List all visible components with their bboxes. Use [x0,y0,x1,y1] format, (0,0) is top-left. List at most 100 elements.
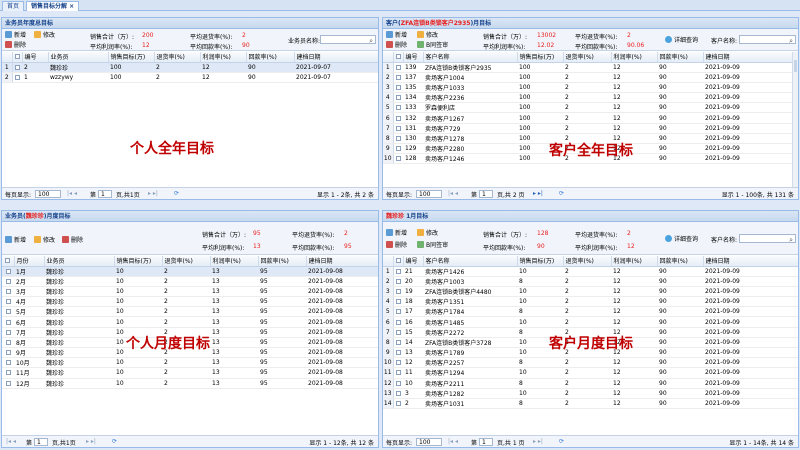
table-row[interactable]: 1 21 卖场客户1426 10 2 12 90 2021-09-09 [383,266,798,277]
table-row[interactable]: 4 18 卖场客户1351 10 2 12 90 2021-09-09 [383,296,798,308]
table-row[interactable]: 11月 魏珍珍 10 2 13 95 2021-09-08 [2,367,378,379]
page-size-select[interactable]: 100 [416,190,442,198]
tab-home[interactable]: 首页 [2,1,25,11]
table-row[interactable]: 6月 魏珍珍 10 2 13 95 2021-09-08 [2,316,378,328]
row-checkbox[interactable] [2,357,14,369]
refresh-icon[interactable]: ⟳ [559,190,564,197]
row-checkbox[interactable] [393,92,403,104]
table-row[interactable]: 11 11 卖场客户1294 10 2 12 90 2021-09-09 [383,367,798,379]
edit-button[interactable]: 修改 [34,31,55,40]
delete-button[interactable]: 删除 [5,41,26,50]
page-number-input[interactable]: 1 [98,190,112,198]
table-row[interactable]: 4 134 卖场客户2236 100 2 12 90 2021-09-09 [383,92,794,104]
page-number-input[interactable]: 1 [34,438,48,446]
row-checkbox[interactable] [393,112,403,124]
row-checkbox[interactable] [2,306,14,318]
salesman-search-input[interactable]: ⌕ [320,35,376,46]
customer-search-input[interactable]: ⌕ [739,35,796,46]
row-checkbox[interactable] [393,306,403,318]
row-checkbox[interactable] [12,72,22,83]
page-size-select[interactable]: 100 [416,438,442,446]
row-checkbox[interactable] [393,388,403,399]
page-number-input[interactable]: 1 [479,438,493,446]
row-checkbox[interactable] [12,62,22,73]
row-checkbox[interactable] [2,337,14,349]
row-checkbox[interactable] [393,347,403,359]
add-button[interactable]: 新增 [386,229,407,238]
tab-sales-target[interactable]: 销售目标分解 × [26,1,80,11]
table-row[interactable]: 5月 魏珍珍 10 2 13 95 2021-09-08 [2,306,378,318]
table-row[interactable]: 1 139 ZFA连锁B类锁客户2935 100 2 12 90 2021-09-09 [383,62,794,73]
table-row[interactable]: 1 2 魏珍珍 100 2 12 90 2021-09-07 [2,62,378,73]
row-checkbox[interactable] [2,367,14,379]
table-row[interactable]: 14 2 卖场客户1031 8 2 12 90 2021-09-09 [383,398,798,410]
add-button[interactable]: 新增 [5,31,26,40]
next-page-button[interactable]: ▸ ▸| [148,190,158,197]
row-checkbox[interactable] [393,357,403,369]
table-row[interactable]: 5 17 卖场客户1784 8 2 12 90 2021-09-09 [383,306,798,318]
table-row[interactable]: 12月 魏珍珍 10 2 13 95 2021-09-08 [2,378,378,389]
row-checkbox[interactable] [393,153,403,165]
row-checkbox[interactable] [393,123,403,134]
row-checkbox[interactable] [2,378,14,389]
table-row[interactable]: 5 133 罗森便利店 100 2 12 90 2021-09-09 [383,102,794,114]
delete-button[interactable]: 删除 [62,236,83,245]
table-row[interactable]: 1月 魏珍珍 10 2 13 95 2021-09-08 [2,266,378,277]
table-row[interactable]: 12 10 卖场客户2211 8 2 12 90 2021-09-09 [383,378,798,389]
row-checkbox[interactable] [393,378,403,389]
row-checkbox[interactable] [393,327,403,338]
search-icon[interactable]: ⌕ [789,236,793,245]
add-button[interactable]: 新增 [386,31,407,40]
refresh-icon[interactable]: ⟳ [559,438,564,445]
detail-query-button[interactable]: 详细查询 [665,235,698,244]
page-size-select[interactable]: 100 [35,190,61,198]
edit-button[interactable]: 修改 [34,236,55,245]
delete-button[interactable]: 删除 [386,41,407,50]
first-page-button[interactable]: |◂ ◂ [448,190,458,197]
edit-button[interactable]: 修改 [417,31,438,40]
row-checkbox[interactable] [393,82,403,94]
first-page-button[interactable]: |◂ ◂ [6,438,16,445]
row-checkbox[interactable] [2,316,14,328]
add-button[interactable]: 新增 [5,236,26,245]
table-row[interactable]: 3 135 卖场客户1033 100 2 12 90 2021-09-09 [383,82,794,94]
row-checkbox[interactable] [393,143,403,155]
table-row[interactable]: 13 3 卖场客户1282 10 2 12 90 2021-09-09 [383,388,798,399]
vertical-scrollbar[interactable] [792,52,798,189]
refresh-icon[interactable]: ⟳ [112,438,117,445]
row-checkbox[interactable] [393,62,403,73]
row-checkbox[interactable] [2,347,14,359]
row-checkbox[interactable] [2,276,14,287]
next-page-button[interactable]: ▸ ▸| [86,438,96,445]
table-row[interactable]: 3月 魏珍珍 10 2 13 95 2021-09-08 [2,286,378,298]
search-icon[interactable]: ⌕ [369,37,373,46]
customer-search-input[interactable]: ⌕ [739,234,796,245]
table-row[interactable]: 2 1 wzzywy 100 2 12 90 2021-09-07 [2,72,378,83]
table-row[interactable]: 2 20 卖场客户1003 8 2 12 90 2021-09-09 [383,276,798,287]
row-checkbox[interactable] [2,327,14,338]
detail-query-button[interactable]: 详细查询 [665,36,698,45]
row-checkbox[interactable] [393,133,403,145]
refresh-icon[interactable]: ⟳ [174,190,179,197]
table-row[interactable]: 4月 魏珍珍 10 2 13 95 2021-09-08 [2,296,378,308]
next-page-button[interactable]: ▸ ▸| [533,438,543,445]
close-icon[interactable]: × [69,3,74,10]
page-number-input[interactable]: 1 [479,190,493,198]
table-row[interactable]: 6 16 卖场客户1485 10 2 12 90 2021-09-09 [383,316,798,328]
row-checkbox[interactable] [393,296,403,308]
row-checkbox[interactable] [393,367,403,379]
select-all-checkbox[interactable] [2,256,15,267]
row-checkbox[interactable] [2,286,14,298]
table-row[interactable]: 6 132 卖场客户1267 100 2 12 90 2021-09-09 [383,112,794,124]
row-checkbox[interactable] [393,102,403,114]
table-row[interactable]: 7 131 卖场客户729 100 2 12 90 2021-09-09 [383,123,794,134]
row-checkbox[interactable] [393,316,403,328]
check-button[interactable]: B同签审 [417,241,448,250]
table-row[interactable]: 10月 魏珍珍 10 2 13 95 2021-09-08 [2,357,378,369]
select-all-checkbox[interactable] [393,52,404,63]
row-checkbox[interactable] [2,266,14,277]
search-icon[interactable]: ⌕ [789,37,793,46]
first-page-button[interactable]: |◂ ◂ [67,190,77,197]
first-page-button[interactable]: |◂ ◂ [448,438,458,445]
row-checkbox[interactable] [393,398,403,410]
